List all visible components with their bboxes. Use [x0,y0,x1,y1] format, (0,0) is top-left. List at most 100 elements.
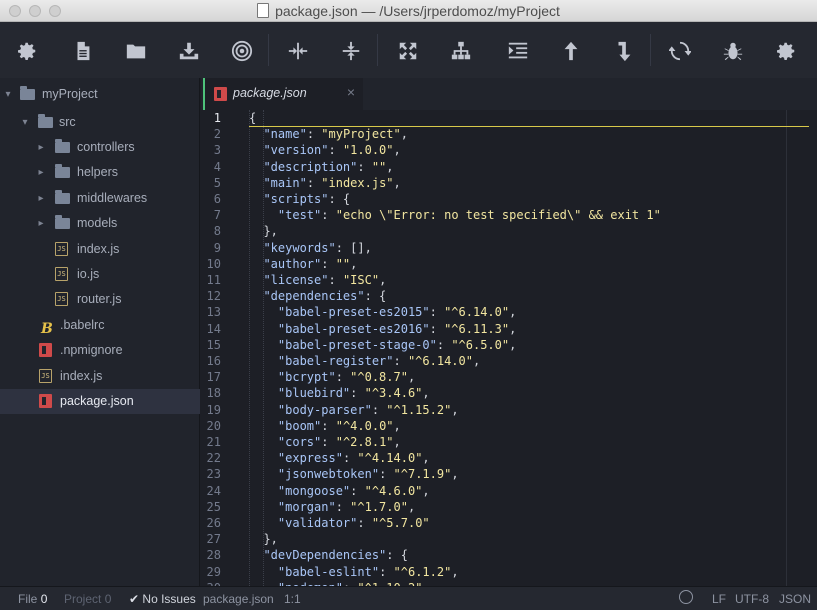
code-line[interactable]: "babel-preset-es2016": "^6.11.3", [249,321,516,337]
code-line[interactable]: "express": "^4.14.0", [249,450,430,466]
code-line[interactable]: "dependencies": { [249,288,386,304]
code-line[interactable]: "version": "1.0.0", [249,142,400,158]
line-number[interactable]: 11 [201,272,221,288]
line-number[interactable]: 18 [201,385,221,401]
line-number[interactable]: 19 [201,402,221,418]
line-number[interactable]: 14 [201,321,221,337]
line-number[interactable]: 27 [201,531,221,547]
sitemap-icon[interactable] [449,39,473,63]
line-number[interactable]: 23 [201,466,221,482]
close-icon[interactable]: × [347,84,355,100]
split-vertical-icon[interactable] [339,39,363,63]
download-icon[interactable] [177,39,201,63]
code-line[interactable]: "name": "myProject", [249,126,408,142]
tree-file-babelrc[interactable]: B .babelrc [0,313,200,338]
bug-icon[interactable] [721,39,745,63]
line-number[interactable]: 26 [201,515,221,531]
file-icon[interactable] [71,39,95,63]
line-number[interactable]: 22 [201,450,221,466]
code-line[interactable]: "morgan": "^1.7.0", [249,499,415,515]
encoding[interactable]: UTF-8 [735,592,769,606]
tree-folder-root[interactable]: ▾ myProject [0,82,200,107]
line-number[interactable]: 10 [201,256,221,272]
target-icon[interactable] [230,39,254,63]
json-key: "boom" [277,418,322,433]
tree-file-npmignore[interactable]: .npmignore [0,338,200,363]
settings-icon[interactable] [774,39,798,63]
line-number[interactable]: 21 [201,434,221,450]
line-number[interactable]: 12 [201,288,221,304]
line-number[interactable]: 25 [201,499,221,515]
tree-folder-controllers[interactable]: ▸ controllers [0,135,200,160]
code-line[interactable]: { [249,110,809,127]
code-line[interactable]: "babel-preset-es2015": "^6.14.0", [249,304,516,320]
code-line[interactable]: "keywords": [], [249,240,371,256]
code-line[interactable]: "bcrypt": "^0.8.7", [249,369,415,385]
code-line[interactable]: "main": "index.js", [249,175,400,191]
line-number[interactable]: 4 [201,159,221,175]
file-issues-tab[interactable]: File 0 [18,592,47,606]
tree-folder-models[interactable]: ▸ models [0,211,200,236]
code-line[interactable]: "validator": "^5.7.0" [249,515,430,531]
code-line[interactable]: "boom": "^4.0.0", [249,418,401,434]
tree-file-io[interactable]: JS io.js [0,262,200,287]
code-line[interactable]: }, [249,223,277,239]
line-number[interactable]: 8 [201,223,221,239]
sync-icon[interactable] [679,590,693,604]
code-line[interactable]: "author": "", [249,256,357,272]
line-number[interactable]: 15 [201,337,221,353]
gear-icon[interactable] [15,39,39,63]
split-horizontal-icon[interactable] [286,39,310,63]
code-line[interactable]: "babel-register": "^6.14.0", [249,353,480,369]
expand-icon[interactable] [396,39,420,63]
tab-package-json[interactable]: package.json × [203,78,363,110]
line-number[interactable]: 24 [201,483,221,499]
code-line[interactable]: "body-parser": "^1.15.2", [249,402,459,418]
code-line[interactable]: "jsonwebtoken": "^7.1.9", [249,466,459,482]
arrow-up-icon[interactable] [559,39,583,63]
grammar[interactable]: JSON [779,592,811,606]
line-ending[interactable]: LF [712,592,726,606]
code-line[interactable]: "babel-preset-stage-0": "^6.5.0", [249,337,516,353]
indent-icon[interactable] [506,39,530,63]
line-number[interactable]: 6 [201,191,221,207]
line-number[interactable]: 20 [201,418,221,434]
text-editor[interactable]: 1 2 3 4 5 6 7 8 9 10 11 12 13 14 15 16 17 18 19 20 21 22 23 24 2… [201,110,817,586]
code-line[interactable]: "test": "echo \"Error: no test specified… [249,207,661,223]
line-number[interactable]: 1 [201,110,221,126]
code-line[interactable]: "description": "", [249,159,393,175]
code-line[interactable]: }, [249,531,277,547]
refresh-icon[interactable] [668,39,692,63]
tree-folder-helpers[interactable]: ▸ helpers [0,160,200,185]
tree-folder-src[interactable]: ▾ src [0,110,200,135]
line-number[interactable]: 17 [201,369,221,385]
line-number-gutter[interactable]: 1 2 3 4 5 6 7 8 9 10 11 12 13 14 15 16 17 18 19 20 21 22 23 24 2… [201,110,241,586]
line-number[interactable]: 7 [201,207,221,223]
code-line[interactable]: "mongoose": "^4.6.0", [249,483,430,499]
line-number[interactable]: 28 [201,547,221,563]
cursor-position[interactable]: 1:1 [284,592,301,606]
line-number[interactable]: 29 [201,564,221,580]
project-issues-tab[interactable]: Project 0 [64,592,111,606]
line-number[interactable]: 2 [201,126,221,142]
code-line[interactable]: "cors": "^2.8.1", [249,434,401,450]
tree-file-package-json[interactable]: package.json [0,389,200,414]
code-line[interactable]: "scripts": { [249,191,350,207]
linter-status[interactable]: ✔ No Issues [129,592,196,606]
tree-folder-middlewares[interactable]: ▸ middlewares [0,186,200,211]
status-filename[interactable]: package.json [203,592,274,606]
line-number[interactable]: 9 [201,240,221,256]
line-number[interactable]: 3 [201,142,221,158]
code-line[interactable]: "devDependencies": { [249,547,408,563]
line-number[interactable]: 13 [201,304,221,320]
tree-file-router[interactable]: JS router.js [0,287,200,312]
line-number[interactable]: 5 [201,175,221,191]
tree-file-src-index[interactable]: JS index.js [0,237,200,262]
line-number[interactable]: 16 [201,353,221,369]
code-line[interactable]: "babel-eslint": "^6.1.2", [249,564,459,580]
folder-icon[interactable] [124,39,148,63]
arrow-down-icon[interactable] [612,39,636,63]
code-line[interactable]: "bluebird": "^3.4.6", [249,385,430,401]
tree-file-index[interactable]: JS index.js [0,364,200,389]
code-line[interactable]: "license": "ISC", [249,272,386,288]
